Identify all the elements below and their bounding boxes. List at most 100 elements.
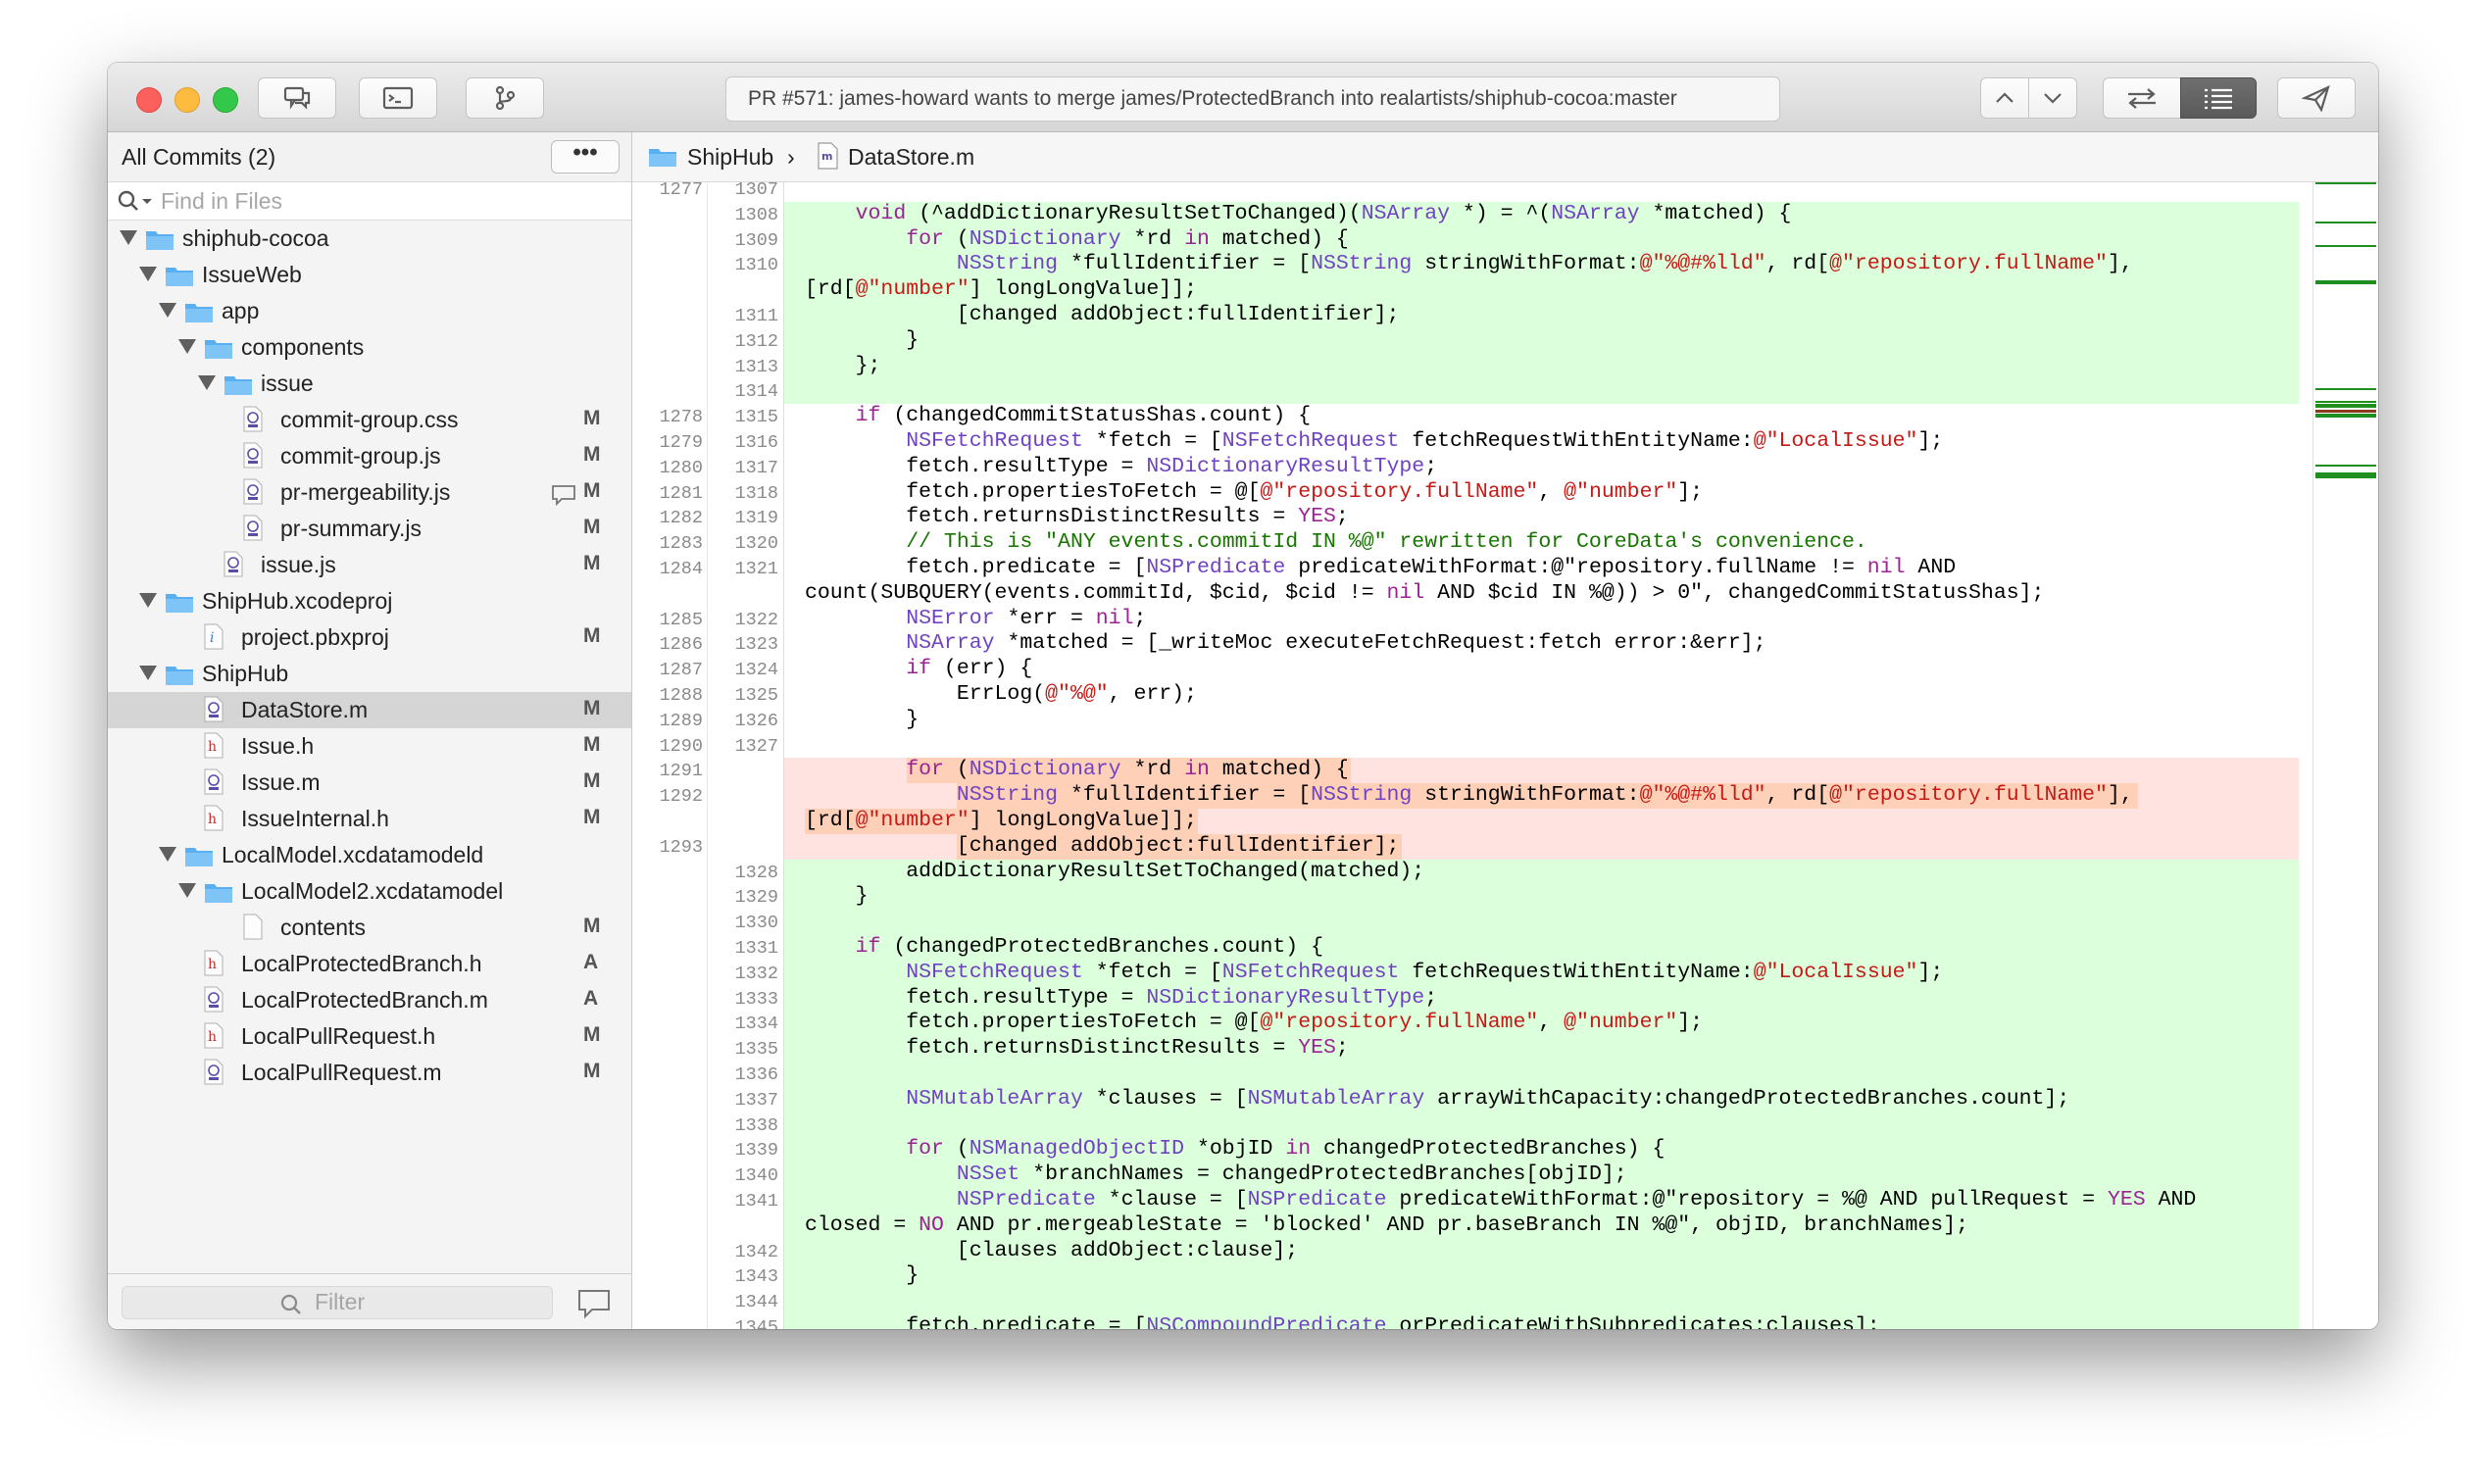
tree-file-row[interactable]: contents M [108, 910, 631, 946]
disclosure-triangle-icon[interactable] [139, 666, 157, 680]
tree-file-row[interactable]: pr-mergeability.js M [108, 474, 631, 511]
tree-folder-row[interactable]: issue [108, 366, 631, 402]
filter-input[interactable]: Filter [122, 1286, 553, 1319]
tree-file-row[interactable]: i project.pbxproj M [108, 619, 631, 656]
diff-line[interactable]: 1288 1325 ErrLog(@"%@", err); [632, 682, 2378, 708]
diff-line[interactable]: 1311 [changed addObject:fullIdentifier]; [632, 303, 2378, 328]
diff-line[interactable]: 1337 NSMutableArray *clauses = [NSMutabl… [632, 1087, 2378, 1113]
diff-line[interactable]: 1287 1324 if (err) { [632, 657, 2378, 682]
diff-line[interactable]: 1341 NSPredicate *clause = [NSPredicate … [632, 1188, 2378, 1213]
tree-folder-row[interactable]: components [108, 329, 631, 366]
diff-line[interactable]: 1338 [632, 1113, 2378, 1138]
disclosure-triangle-icon[interactable] [159, 847, 176, 862]
diff-mode-button[interactable] [2103, 77, 2181, 119]
diff-line[interactable]: 1280 1317 fetch.resultType = NSDictionary… [632, 455, 2378, 480]
diff-line[interactable]: 1344 [632, 1289, 2378, 1314]
tree-file-row[interactable]: h LocalPullRequest.h M [108, 1018, 631, 1055]
diff-line[interactable]: 1328 addDictionaryResultSetToChanged(mat… [632, 860, 2378, 885]
diff-line[interactable]: 1313 }; [632, 354, 2378, 379]
diff-line[interactable]: 1308 void (^addDictionaryResultSetToChan… [632, 202, 2378, 227]
tree-file-row[interactable]: commit-group.js M [108, 438, 631, 474]
diff-line[interactable]: [rd[@"number"] longLongValue]]; [632, 809, 2378, 834]
diff-line[interactable]: 1312 } [632, 328, 2378, 354]
tree-file-row[interactable]: h Issue.h M [108, 728, 631, 765]
toggle-terminal-button[interactable] [359, 77, 437, 119]
diff-line[interactable]: 1332 NSFetchRequest *fetch = [NSFetchReq… [632, 961, 2378, 986]
diff-line[interactable]: 1282 1319 fetch.returnsDistinctResults = … [632, 505, 2378, 530]
more-options-button[interactable]: ••• [551, 140, 620, 173]
tree-folder-row[interactable]: ShipHub.xcodeproj [108, 583, 631, 619]
diff-minimap[interactable] [2312, 182, 2378, 1329]
tree-file-row[interactable]: issue.js M [108, 547, 631, 583]
diff-line[interactable]: 1289 1326 } [632, 708, 2378, 733]
diff-line[interactable]: 1278 1315 if (changedCommitStatusShas.cou… [632, 404, 2378, 429]
tree-file-row[interactable]: LocalProtectedBranch.m A [108, 982, 631, 1018]
previous-change-button[interactable] [1980, 77, 2029, 119]
diff-line[interactable]: 1334 fetch.propertiesToFetch = @[@"repos… [632, 1011, 2378, 1036]
diff-line[interactable]: closed = NO AND pr.mergeableState = 'blo… [632, 1213, 2378, 1239]
tree-file-row[interactable]: DataStore.m M [108, 692, 631, 728]
diff-line[interactable]: 1343 } [632, 1263, 2378, 1289]
minimize-window-button[interactable] [174, 87, 200, 113]
diff-line[interactable]: 1331 if (changedProtectedBranches.count)… [632, 935, 2378, 961]
disclosure-triangle-icon[interactable] [139, 593, 157, 608]
diff-line[interactable]: 1281 1318 fetch.propertiesToFetch = @[@"r… [632, 480, 2378, 506]
new-line-number: 1320 [734, 533, 778, 555]
diff-line[interactable]: 1293 [changed addObject:fullIdentifier]; [632, 834, 2378, 860]
diff-line[interactable]: 1335 fetch.returnsDistinctResults = YES; [632, 1036, 2378, 1062]
zoom-window-button[interactable] [213, 87, 238, 113]
diff-line[interactable]: 1342 [clauses addObject:clause]; [632, 1239, 2378, 1264]
tree-folder-row[interactable]: app [108, 293, 631, 329]
tree-folder-row[interactable]: ShipHub [108, 656, 631, 692]
diff-line[interactable]: 1284 1321 fetch.predicate = [NSPredicate … [632, 556, 2378, 581]
tree-file-row[interactable]: commit-group.css M [108, 402, 631, 438]
breadcrumb-file[interactable]: DataStore.m [848, 144, 974, 171]
diff-line[interactable]: 1291 for (NSDictionary *rd in matched) { [632, 758, 2378, 783]
close-window-button[interactable] [136, 87, 162, 113]
disclosure-triangle-icon[interactable] [120, 230, 137, 245]
toggle-comments-button[interactable] [258, 77, 336, 119]
breadcrumb-project[interactable]: ShipHub [687, 144, 773, 171]
diff-line[interactable]: 1340 NSSet *branchNames = changedProtect… [632, 1162, 2378, 1188]
diff-line[interactable]: 1314 [632, 378, 2378, 404]
diff-line[interactable]: 1309 for (NSDictionary *rd in matched) { [632, 227, 2378, 253]
diff-line[interactable]: 1339 for (NSManagedObjectID *objID in ch… [632, 1137, 2378, 1162]
diff-line[interactable]: count(SUBQUERY(events.commitId, $cid, $c… [632, 581, 2378, 607]
diff-line[interactable]: 1329 } [632, 884, 2378, 910]
diff-line[interactable]: 1345 fetch.predicate = [NSCompoundPredic… [632, 1314, 2378, 1329]
find-in-files-field[interactable]: Find in Files [108, 181, 631, 221]
commits-title[interactable]: All Commits (2) [122, 144, 275, 171]
tree-file-row[interactable]: Issue.m M [108, 765, 631, 801]
diff-line[interactable]: 1336 [632, 1062, 2378, 1087]
tree-file-row[interactable]: LocalPullRequest.m M [108, 1055, 631, 1091]
next-change-button[interactable] [2028, 77, 2077, 119]
diff-line[interactable]: 1286 1323 NSArray *matched = [_writeMoc e… [632, 631, 2378, 657]
tree-folder-row[interactable]: LocalModel2.xcdatamodel [108, 873, 631, 910]
disclosure-triangle-icon[interactable] [159, 303, 176, 318]
disclosure-triangle-icon[interactable] [198, 375, 216, 390]
disclosure-triangle-icon[interactable] [178, 339, 196, 354]
tree-file-row[interactable]: h LocalProtectedBranch.h A [108, 946, 631, 982]
diff-line[interactable]: 1310 NSString *fullIdentifier = [NSStrin… [632, 252, 2378, 277]
diff-line[interactable]: [rd[@"number"] longLongValue]]; [632, 277, 2378, 303]
tree-folder-row[interactable]: LocalModel.xcdatamodeld [108, 837, 631, 873]
diff-line[interactable]: 1277 1307 [632, 182, 2378, 202]
comment-filter-icon[interactable] [576, 1288, 612, 1319]
diff-line[interactable]: 1330 [632, 910, 2378, 935]
tree-folder-row[interactable]: shiphub-cocoa [108, 221, 631, 257]
submit-review-button[interactable] [2277, 77, 2356, 119]
diff-line[interactable]: 1285 1322 NSError *err = nil; [632, 607, 2378, 632]
disclosure-triangle-icon[interactable] [178, 883, 196, 898]
diff-line[interactable]: 1292 NSString *fullIdentifier = [NSStrin… [632, 783, 2378, 809]
unified-view-button[interactable] [2180, 77, 2257, 119]
diff-view[interactable]: 1277 1307 1308 void (^addDictionaryResultS… [632, 182, 2378, 1329]
diff-line[interactable]: 1279 1316 NSFetchRequest *fetch = [NSFetc… [632, 429, 2378, 455]
tree-file-row[interactable]: pr-summary.js M [108, 511, 631, 547]
diff-line[interactable]: 1290 1327 [632, 733, 2378, 759]
tree-folder-row[interactable]: IssueWeb [108, 257, 631, 293]
diff-line[interactable]: 1333 fetch.resultType = NSDictionaryResu… [632, 986, 2378, 1012]
diff-line[interactable]: 1283 1320 // This is "ANY events.commitId… [632, 530, 2378, 556]
tree-file-row[interactable]: h IssueInternal.h M [108, 801, 631, 837]
branch-button[interactable] [466, 77, 544, 119]
disclosure-triangle-icon[interactable] [139, 267, 157, 281]
